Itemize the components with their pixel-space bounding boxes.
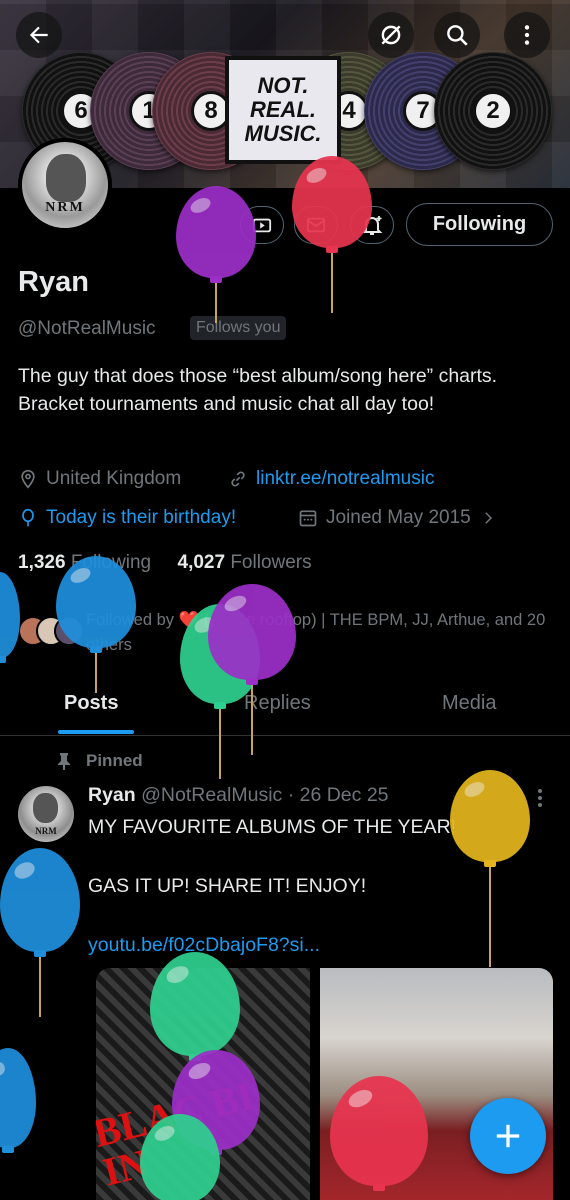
balloon xyxy=(292,156,372,316)
profile-avatar[interactable]: NRM xyxy=(18,138,112,232)
balloon xyxy=(56,556,136,696)
tab-media[interactable]: Media xyxy=(442,692,496,715)
birthday-row[interactable]: Today is their birthday! xyxy=(18,507,236,529)
profile-bio: The guy that does those “best album/song… xyxy=(18,365,498,415)
post-author-name[interactable]: Ryan xyxy=(88,784,136,806)
compose-button[interactable] xyxy=(470,1098,546,1174)
website-row[interactable]: linktr.ee/notrealmusic xyxy=(228,468,434,490)
location-pin-icon xyxy=(21,469,35,489)
calendar-icon xyxy=(299,510,317,527)
not-real-music-logo: NOT. REAL. MUSIC. xyxy=(225,56,341,164)
balloon-icon xyxy=(22,508,34,527)
avatar-portrait xyxy=(33,793,58,823)
arrow-left-icon xyxy=(29,26,48,44)
grok-button[interactable] xyxy=(368,12,414,58)
profile-handle: @NotRealMusic xyxy=(18,318,156,339)
grok-icon xyxy=(381,25,401,45)
search-icon xyxy=(447,25,468,46)
active-tab-indicator xyxy=(58,730,134,734)
more-vertical-icon xyxy=(524,25,530,45)
birthday-text[interactable]: Today is their birthday! xyxy=(46,507,236,529)
balloon xyxy=(176,186,256,326)
balloon xyxy=(0,1048,36,1156)
back-button[interactable] xyxy=(16,12,62,58)
pinned-indicator: Pinned xyxy=(56,751,143,771)
vinyl-record: 2 xyxy=(434,52,552,170)
joined-row[interactable]: Joined May 2015 xyxy=(298,507,497,529)
balloon xyxy=(330,1076,428,1194)
balloon xyxy=(450,770,530,970)
post-author-avatar[interactable]: NRM xyxy=(18,786,74,842)
post-text-line: MY FAVOURITE ALBUMS OF THE YEAR! xyxy=(88,816,457,838)
followed-by-text: Followed by ❤️ (on the rooftop) | THE BP… xyxy=(86,611,546,654)
balloon xyxy=(0,848,80,1020)
balloon xyxy=(0,572,20,666)
followers-stat[interactable]: 4,027 Followers xyxy=(178,552,312,573)
balloon xyxy=(208,584,296,758)
more-options-button[interactable] xyxy=(504,12,550,58)
location-text: United Kingdom xyxy=(46,468,182,489)
post-header: Ryan @NotRealMusic · 26 Dec 25 xyxy=(88,784,389,807)
website-link[interactable]: linktr.ee/notrealmusic xyxy=(256,468,434,490)
compose-plus-icon xyxy=(496,1124,520,1148)
profile-name: Ryan xyxy=(18,266,89,298)
balloon xyxy=(150,952,240,1064)
more-vertical-icon xyxy=(538,789,542,807)
location-row: United Kingdom xyxy=(18,468,181,490)
pin-icon xyxy=(58,753,70,770)
post-author-handle: @NotRealMusic xyxy=(141,784,283,806)
chevron-right-icon xyxy=(484,512,492,524)
avatar-portrait xyxy=(46,154,86,202)
following-button[interactable]: Following xyxy=(406,203,553,246)
search-button[interactable] xyxy=(434,12,480,58)
balloon xyxy=(140,1114,220,1200)
post-date: · 26 Dec 25 xyxy=(287,784,389,806)
link-icon xyxy=(231,471,245,487)
post-more-button[interactable] xyxy=(530,786,550,815)
post-text-line: GAS IT UP! SHARE IT! ENJOY! xyxy=(88,875,367,897)
joined-text: Joined May 2015 xyxy=(326,507,471,528)
